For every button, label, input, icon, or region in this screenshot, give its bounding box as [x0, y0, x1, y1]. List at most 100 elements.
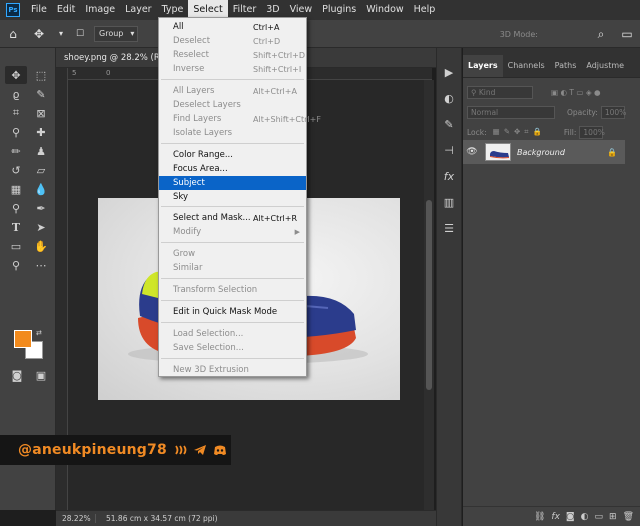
menu-item-reselect[interactable]: Reselect Shift+Ctrl+D: [159, 48, 306, 62]
properties-icon[interactable]: ⊣: [439, 140, 459, 160]
opacity-field[interactable]: 100%: [600, 105, 626, 119]
menu-item-isolate-layers[interactable]: Isolate Layers: [159, 126, 306, 140]
menu-item-grow[interactable]: Grow: [159, 247, 306, 261]
layer-name[interactable]: Background: [517, 148, 607, 157]
more-tools-icon[interactable]: ⋯: [30, 256, 52, 274]
menu-item-sky[interactable]: Sky: [159, 190, 306, 204]
eyedropper-tool-icon[interactable]: ⚲: [5, 123, 27, 141]
marquee-tool-icon[interactable]: ⬚: [30, 66, 52, 84]
delete-layer-icon[interactable]: 🗑: [623, 512, 634, 522]
workspace-icon[interactable]: ▭: [618, 25, 636, 43]
history-icon[interactable]: ◐: [439, 88, 459, 108]
layer-style-icon[interactable]: fx: [551, 512, 560, 522]
zoom-level[interactable]: 28.22%: [56, 514, 96, 523]
brush-tool-icon[interactable]: ✏: [5, 142, 27, 160]
brush-settings-icon[interactable]: ✎: [439, 114, 459, 134]
filter-kind-dropdown[interactable]: ⚲ Kind: [467, 85, 533, 99]
zoom-tool-icon[interactable]: ⚲: [5, 256, 27, 274]
menu-item-inverse[interactable]: Inverse Shift+Ctrl+I: [159, 62, 306, 76]
menu-item-color-range[interactable]: Color Range...: [159, 148, 306, 162]
screen-mode-icon[interactable]: ▣: [30, 366, 52, 384]
frame-tool-icon[interactable]: ⊠: [30, 104, 52, 122]
move-tool-icon[interactable]: ✥: [30, 25, 48, 43]
menu-item-label: Isolate Layers: [173, 128, 233, 138]
type-tool-icon[interactable]: T: [5, 218, 27, 236]
swatches-icon[interactable]: ▥: [439, 192, 459, 212]
tab-adjustme[interactable]: Adjustme: [581, 55, 629, 77]
lock-icons[interactable]: ▦✎✥⌗🔒: [493, 127, 546, 137]
menu-item-new-3d-extrusion[interactable]: New 3D Extrusion: [159, 363, 306, 377]
quick-selection-tool-icon[interactable]: ✎: [30, 85, 52, 103]
menu-item-save-selection[interactable]: Save Selection...: [159, 341, 306, 355]
menu-item-select-and-mask[interactable]: Select and Mask... Alt+Ctrl+R: [159, 211, 306, 225]
menu-item-load-selection[interactable]: Load Selection...: [159, 327, 306, 341]
menu-window[interactable]: Window: [361, 0, 408, 20]
blur-tool-icon[interactable]: 💧: [30, 180, 52, 198]
tab-paths[interactable]: Paths: [550, 55, 582, 77]
layer-lock-icon[interactable]: 🔒: [607, 148, 617, 157]
rectangle-tool-icon[interactable]: ▭: [5, 237, 27, 255]
document-size[interactable]: 51.86 cm x 34.57 cm (72 ppi): [96, 514, 218, 523]
ruler-tick: 5: [72, 69, 77, 77]
tab-layers[interactable]: Layers: [463, 55, 503, 77]
menu-item-shortcut: Ctrl+D: [253, 36, 281, 46]
menu-item-modify[interactable]: Modify ▶: [159, 225, 306, 239]
history-brush-tool-icon[interactable]: ↺: [5, 161, 27, 179]
fill-label: Fill:: [563, 127, 577, 137]
new-group-icon[interactable]: ▭: [595, 512, 604, 522]
menu-item-label: Select and Mask...: [173, 213, 251, 223]
link-layers-icon[interactable]: ⛓: [534, 512, 545, 522]
layer-row-background[interactable]: 👁 Background 🔒: [463, 140, 625, 164]
vertical-scrollbar[interactable]: [424, 80, 434, 510]
menu-item-similar[interactable]: Similar: [159, 261, 306, 275]
crop-tool-icon[interactable]: ⌗: [5, 104, 27, 122]
menu-edit[interactable]: Edit: [52, 0, 80, 20]
menu-file[interactable]: File: [26, 0, 52, 20]
menu-item-edit-in-quick-mask-mode[interactable]: Edit in Quick Mask Mode: [159, 305, 306, 319]
new-layer-icon[interactable]: ⊞: [609, 512, 617, 522]
search-icon[interactable]: ⌕: [592, 25, 610, 43]
styles-icon[interactable]: fx: [439, 166, 459, 186]
menu-help[interactable]: Help: [409, 0, 441, 20]
healing-brush-tool-icon[interactable]: ✚: [30, 123, 52, 141]
menu-layer[interactable]: Layer: [120, 0, 157, 20]
menu-item-deselect-layers[interactable]: Deselect Layers: [159, 98, 306, 112]
clone-stamp-tool-icon[interactable]: ♟: [30, 142, 52, 160]
foreground-color-swatch[interactable]: [14, 330, 32, 348]
menu-item-focus-area[interactable]: Focus Area...: [159, 162, 306, 176]
visibility-eye-icon[interactable]: 👁: [463, 147, 481, 157]
move-tool-icon[interactable]: ✥: [5, 66, 27, 84]
menu-item-shortcut: Shift+Ctrl+D: [253, 50, 305, 60]
blend-mode-dropdown[interactable]: Normal: [467, 105, 555, 119]
eraser-tool-icon[interactable]: ▱: [30, 161, 52, 179]
add-mask-icon[interactable]: ◙: [566, 512, 575, 522]
menu-item-deselect[interactable]: Deselect Ctrl+D: [159, 34, 306, 48]
menu-item-subject[interactable]: Subject: [159, 176, 306, 190]
quick-mask-icon[interactable]: ◙: [6, 366, 28, 384]
adjustment-layer-icon[interactable]: ◐: [581, 512, 589, 522]
path-selection-tool-icon[interactable]: ➤: [30, 218, 52, 236]
tool-preset-chevron-icon[interactable]: ▾: [56, 25, 66, 43]
auto-select-checkbox[interactable]: ☐: [74, 25, 86, 43]
gradient-tool-icon[interactable]: ▦: [5, 180, 27, 198]
pen-tool-icon[interactable]: ✒: [30, 199, 52, 217]
home-icon[interactable]: ⌂: [4, 25, 22, 43]
menu-item-transform-selection[interactable]: Transform Selection: [159, 283, 306, 297]
scrollbar-thumb[interactable]: [426, 200, 432, 390]
lasso-tool-icon[interactable]: ϱ: [5, 85, 27, 103]
menu-item-all[interactable]: All Ctrl+A: [159, 20, 306, 34]
menu-plugins[interactable]: Plugins: [317, 0, 361, 20]
menu-image[interactable]: Image: [80, 0, 120, 20]
menu-item-find-layers[interactable]: Find Layers Alt+Shift+Ctrl+F: [159, 112, 321, 126]
swap-colors-icon[interactable]: ⇄: [36, 329, 42, 337]
submenu-arrow-icon: ▶: [294, 228, 300, 236]
menu-item-all-layers[interactable]: All Layers Alt+Ctrl+A: [159, 84, 306, 98]
play-icon[interactable]: ▶: [439, 62, 459, 82]
adjustments-icon[interactable]: ☰: [439, 218, 459, 238]
menu-item-label: Inverse: [173, 64, 205, 74]
fill-field[interactable]: 100%: [579, 125, 605, 139]
tab-channels[interactable]: Channels: [503, 55, 550, 77]
hand-tool-icon[interactable]: ✋: [30, 237, 52, 255]
dodge-tool-icon[interactable]: ⚲: [5, 199, 27, 217]
auto-select-dropdown[interactable]: Group: [94, 25, 139, 42]
